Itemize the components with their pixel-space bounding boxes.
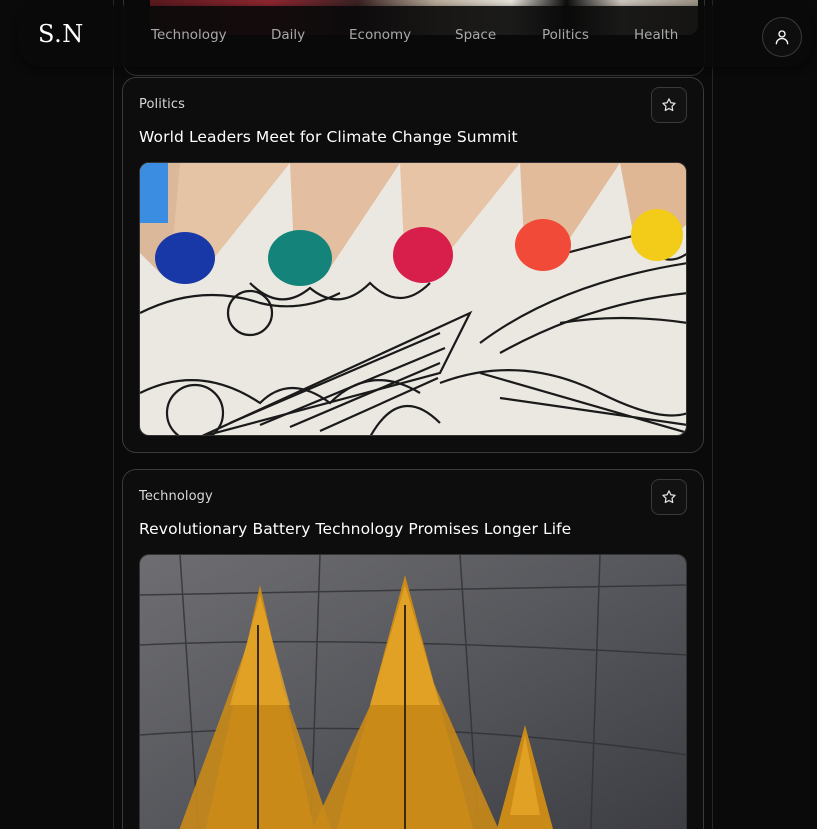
nav-item-daily[interactable]: Daily bbox=[271, 27, 305, 43]
nav-item-politics[interactable]: Politics bbox=[542, 27, 589, 43]
article-category: Technology bbox=[139, 489, 213, 504]
colored-pencils-image bbox=[140, 163, 686, 435]
user-icon bbox=[775, 30, 789, 45]
nav-item-economy[interactable]: Economy bbox=[349, 27, 411, 43]
star-icon bbox=[662, 98, 676, 112]
article-category: Politics bbox=[139, 97, 185, 112]
bookmark-button[interactable] bbox=[651, 479, 687, 515]
article-image[interactable] bbox=[139, 162, 687, 436]
nav-item-technology[interactable]: Technology bbox=[151, 27, 227, 43]
nav-item-health[interactable]: Health bbox=[634, 27, 678, 43]
article-card[interactable]: Politics World Leaders Meet for Climate … bbox=[122, 77, 704, 453]
nav-item-space[interactable]: Space bbox=[455, 27, 496, 43]
larch-trees-image bbox=[140, 555, 686, 829]
top-navbar: S.N Technology Daily Economy Space Polit… bbox=[18, 6, 812, 67]
star-icon bbox=[662, 490, 676, 504]
article-title[interactable]: World Leaders Meet for Climate Change Su… bbox=[139, 128, 518, 146]
bookmark-button[interactable] bbox=[651, 87, 687, 123]
article-card[interactable]: Technology Revolutionary Battery Technol… bbox=[122, 469, 704, 829]
site-logo[interactable]: S.N bbox=[38, 20, 84, 48]
page: Politics World Leaders Meet for Climate … bbox=[0, 0, 817, 829]
article-image[interactable] bbox=[139, 554, 687, 829]
user-account-button[interactable] bbox=[762, 17, 802, 57]
article-title[interactable]: Revolutionary Battery Technology Promise… bbox=[139, 520, 571, 538]
